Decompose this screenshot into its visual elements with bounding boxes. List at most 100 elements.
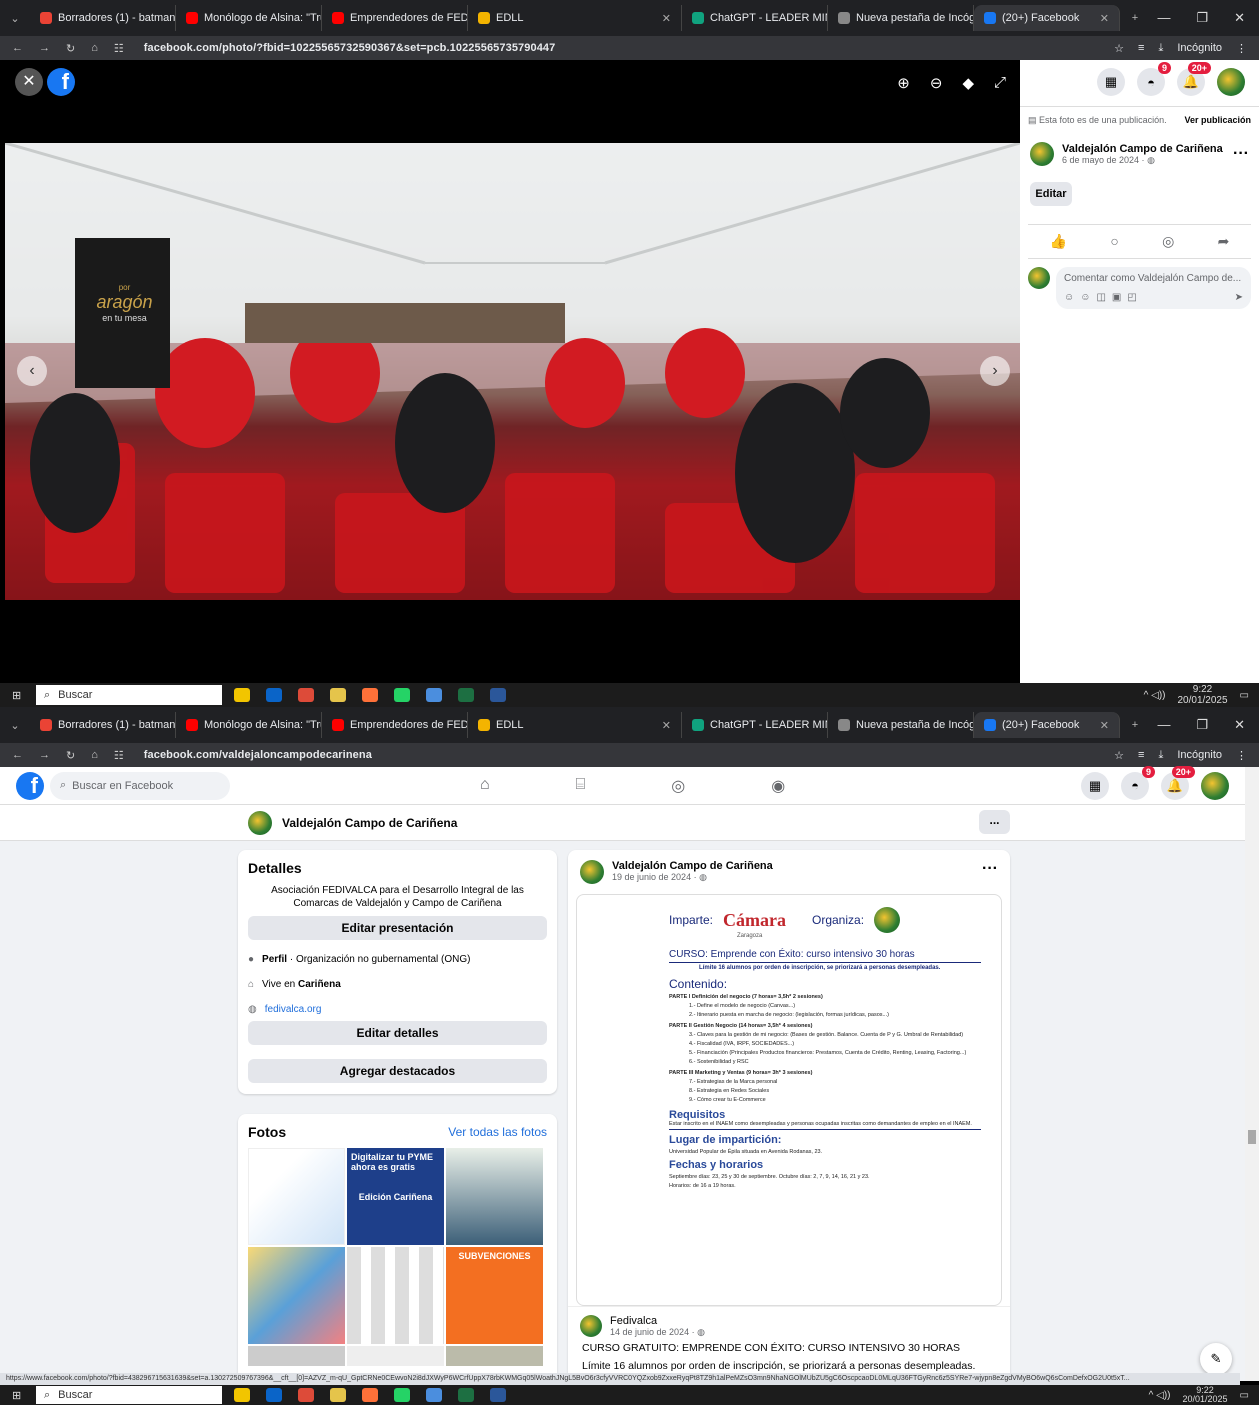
camera-icon[interactable]: ◫ [1096, 292, 1105, 303]
windows-start-icon[interactable]: ⊞ [12, 689, 21, 702]
site-info-icon[interactable]: ☷ [114, 749, 124, 762]
volume-icon[interactable]: ^ ◁)) [1149, 1390, 1171, 1401]
photo-thumbnail[interactable] [446, 1346, 543, 1366]
url-text[interactable]: facebook.com/valdejaloncampodecarinena [144, 749, 372, 761]
tab-youtube-2[interactable]: Emprendedores de FEDIVALCA✕ [322, 5, 468, 31]
home-nav-icon[interactable]: ⌂ [480, 776, 490, 796]
photo-thumbnail[interactable]: Digitalizar tu PYME ahora es gratis Edici… [347, 1148, 444, 1245]
tab-facebook[interactable]: (20+) Facebook ✕ [974, 712, 1120, 738]
scrollbar[interactable] [1245, 767, 1259, 1381]
firefox-icon[interactable] [362, 688, 378, 702]
photo-thumbnail[interactable] [248, 1148, 345, 1245]
menu-icon[interactable]: ⋮ [1236, 42, 1247, 55]
window-close-button[interactable]: ✕ [1234, 10, 1245, 26]
back-icon[interactable]: ← [12, 42, 23, 55]
taskbar-search[interactable]: ⌕ Buscar [36, 1386, 222, 1404]
bell-icon[interactable]: 🔔 20+ [1161, 765, 1195, 800]
site-info-icon[interactable]: ☷ [114, 42, 124, 55]
photo-thumbnail[interactable] [248, 1247, 345, 1344]
emoji-icon[interactable]: ☺ [1080, 292, 1090, 303]
photo-thumbnail[interactable] [347, 1346, 444, 1366]
tab-youtube-2[interactable]: Emprendedores de FEDIVALCA✕ [322, 712, 468, 738]
edit-button[interactable]: Editar [1030, 182, 1072, 206]
close-icon[interactable]: ✕ [1100, 719, 1109, 732]
reading-list-icon[interactable]: ≡ [1138, 749, 1144, 761]
tab-gmail[interactable]: Borradores (1) - batmanorteroll✕ [30, 712, 176, 738]
close-icon[interactable]: ✕ [662, 719, 671, 732]
forward-icon[interactable]: → [39, 42, 50, 55]
whatsapp-icon[interactable] [394, 688, 410, 702]
author-avatar[interactable] [1030, 142, 1054, 166]
gaming-icon[interactable]: ◉ [771, 776, 785, 796]
edit-presentation-button[interactable]: Editar presentación [248, 916, 547, 940]
sticker-icon[interactable]: ◰ [1127, 292, 1136, 303]
menu-grid-icon[interactable]: ▦ [1097, 68, 1125, 96]
outlook-icon[interactable] [266, 1388, 282, 1402]
url-text[interactable]: facebook.com/photo/?fbid=102255657325903… [144, 42, 556, 54]
tab-facebook[interactable]: (20+) Facebook ✕ [974, 5, 1120, 31]
next-photo-button[interactable]: › [980, 356, 1010, 386]
new-tab-button[interactable]: + [1120, 719, 1150, 731]
post-author-avatar[interactable] [580, 860, 604, 884]
facebook-search[interactable]: ⌕ Buscar en Facebook [50, 771, 230, 800]
menu-grid-icon[interactable]: ▦ [1081, 771, 1109, 800]
reading-list-icon[interactable]: ≡ [1138, 42, 1144, 54]
see-all-photos-link[interactable]: Ver todas las fotos [448, 1125, 547, 1139]
app2-icon[interactable] [426, 1388, 442, 1402]
tab-youtube-1[interactable]: Monólogo de Alsina: "Trum✕ [176, 712, 322, 738]
photo-thumbnail[interactable] [347, 1247, 444, 1344]
scrollbar-thumb[interactable] [1248, 1130, 1256, 1144]
page-more-button[interactable]: ... [979, 810, 1010, 834]
chrome-icon[interactable] [298, 1388, 314, 1402]
firefox-icon[interactable] [362, 1388, 378, 1402]
incognito-label[interactable]: Incógnito [1177, 42, 1222, 54]
close-viewer-button[interactable]: ✕ [15, 68, 43, 96]
chrome-icon[interactable] [298, 688, 314, 702]
add-featured-button[interactable]: Agregar destacados [248, 1059, 547, 1083]
fullscreen-icon[interactable]: ⤢ [994, 74, 1006, 92]
tab-gmail[interactable]: Borradores (1) - batmanorteroll✕ [30, 5, 176, 31]
post-more-icon[interactable]: ··· [982, 860, 998, 884]
account-avatar[interactable] [1217, 68, 1245, 96]
explorer-icon[interactable] [234, 1388, 250, 1402]
star-icon[interactable]: ☆ [1114, 42, 1124, 55]
account-avatar[interactable] [1201, 771, 1229, 800]
download-icon[interactable]: ⤓ [1158, 749, 1163, 762]
gif-icon[interactable]: ▣ [1112, 292, 1121, 303]
reload-icon[interactable]: ↻ [66, 42, 75, 55]
groups-icon[interactable]: ◎ [671, 776, 685, 796]
zoom-out-icon[interactable]: ⊖ [930, 74, 943, 92]
tag-icon[interactable]: ◆ [962, 74, 974, 92]
tab-search-icon[interactable]: ⌄ [0, 12, 30, 25]
page-title[interactable]: Valdejalón Campo de Cariñena [282, 816, 457, 830]
like-icon[interactable]: 👍 [1050, 233, 1067, 250]
city-link[interactable]: Cariñena [298, 979, 341, 990]
marketplace-icon[interactable]: ⌸ [576, 776, 586, 796]
home-icon[interactable]: ⌂ [91, 42, 98, 55]
tab-chatgpt[interactable]: ChatGPT - LEADER MIND✕ [682, 712, 828, 738]
messenger-icon[interactable]: ◓ 9 [1137, 62, 1171, 96]
tab-incognito[interactable]: Nueva pestaña de Incógnito✕ [828, 5, 974, 31]
comment-icon[interactable]: ○ [1110, 233, 1118, 250]
taskbar-search[interactable]: ⌕ Buscar [36, 685, 222, 705]
excel-icon[interactable] [458, 1388, 474, 1402]
home-icon[interactable]: ⌂ [91, 749, 98, 762]
window-close-button[interactable]: ✕ [1234, 717, 1245, 733]
notification-icon[interactable]: ▭ [1240, 1390, 1249, 1401]
explorer-icon[interactable] [234, 688, 250, 702]
tab-chatgpt[interactable]: ChatGPT - LEADER MIND✕ [682, 5, 828, 31]
tab-incognito[interactable]: Nueva pestaña de Incógnito✕ [828, 712, 974, 738]
volume-icon[interactable]: ^ ◁)) [1144, 690, 1166, 701]
app-icon[interactable] [330, 688, 346, 702]
whatsapp-icon[interactable]: ◎ [1162, 233, 1174, 250]
facebook-logo[interactable]: f [47, 68, 75, 96]
avatar-sticker-icon[interactable]: ☺ [1064, 292, 1074, 303]
post-author[interactable]: Valdejalón Campo de Cariñena [612, 860, 773, 872]
tab-edll[interactable]: EDLL ✕ [468, 5, 682, 31]
tab-youtube-1[interactable]: Monólogo de Alsina: "Trum✕ [176, 5, 322, 31]
shared-author-avatar[interactable] [580, 1315, 602, 1337]
close-icon[interactable]: ✕ [1100, 12, 1109, 25]
messenger-icon[interactable]: ◓ 9 [1121, 765, 1155, 800]
previous-photo-button[interactable]: ‹ [17, 356, 47, 386]
minimize-button[interactable]: — [1157, 10, 1170, 26]
